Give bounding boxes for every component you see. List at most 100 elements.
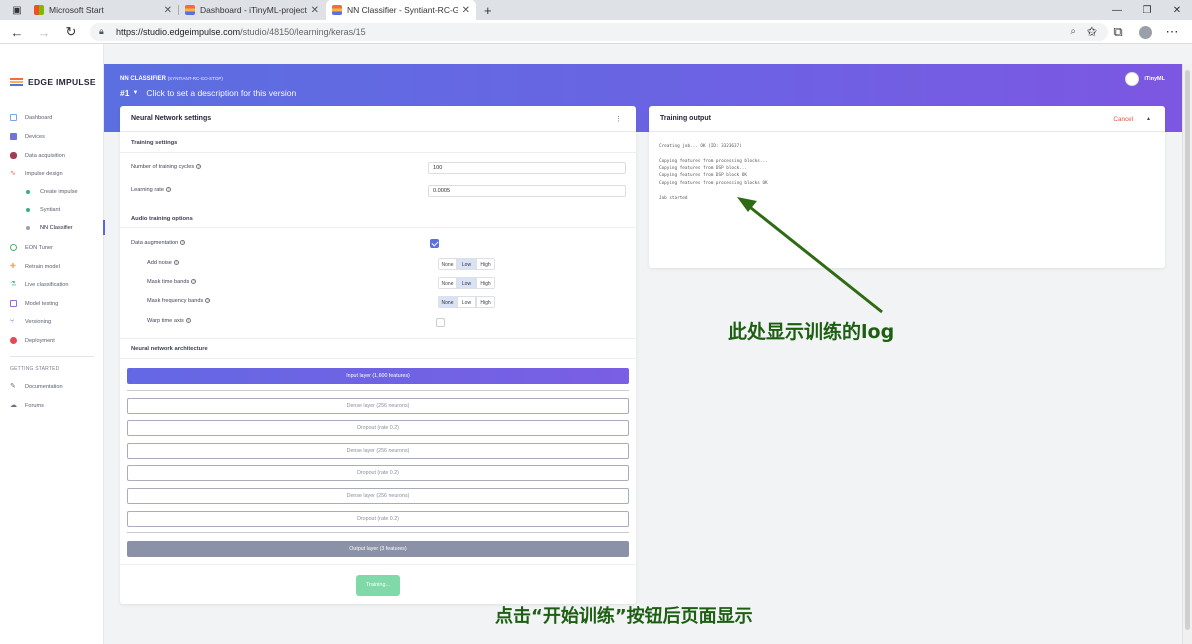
zoom-icon[interactable]: ⌕ — [1070, 26, 1076, 37]
output-layer[interactable]: Output layer (3 features) — [127, 541, 629, 557]
panel-header: Neural Network settings ⋮ — [120, 106, 636, 132]
sidebar-item-retrain-model[interactable]: ✚ Retrain model — [10, 263, 60, 270]
warp-time-axis-label: Warp time axis? — [147, 318, 191, 324]
help-icon[interactable]: ? — [180, 240, 186, 246]
profile-avatar-icon[interactable] — [1137, 24, 1153, 40]
tab-dashboard[interactable]: Dashboard - iTinyML-project-1 ✕ — [179, 0, 325, 20]
tab-microsoft-start[interactable]: Microsoft Start ✕ — [28, 0, 178, 20]
more-options-icon[interactable]: ⋮ — [615, 115, 622, 123]
forums-icon: ☁ — [10, 402, 17, 409]
eon-tuner-icon — [10, 244, 17, 251]
address-bar[interactable]: 🔒︎ https://studio.edgeimpulse.com/studio… — [90, 23, 1108, 41]
new-tab-button[interactable]: + — [478, 0, 498, 20]
refresh-icon[interactable]: ↻ — [63, 24, 79, 40]
minimize-icon[interactable]: — — [1102, 0, 1132, 20]
forward-icon[interactable]: → — [36, 24, 52, 40]
mask-frequency-bands-segmented-control[interactable]: None Low High — [438, 296, 495, 308]
sidebar-item-eon-tuner[interactable]: EON Tuner — [10, 244, 53, 251]
restore-icon[interactable]: ❐ — [1132, 0, 1162, 20]
edge-impulse-favicon-icon — [332, 5, 342, 15]
help-icon[interactable]: ? — [185, 318, 191, 324]
dropout-layer[interactable]: Dropout (rate 0.2) — [127, 511, 629, 527]
training-cycles-input[interactable]: 100 — [428, 162, 626, 174]
sidebar-item-label: NN Classifier — [40, 225, 73, 231]
collapse-icon[interactable]: ▴ — [1147, 115, 1150, 122]
dropout-layer[interactable]: Dropout (rate 0.2) — [127, 420, 629, 436]
warp-time-axis-checkbox[interactable] — [436, 318, 445, 327]
dense-layer[interactable]: Dense layer (256 neurons) — [127, 488, 629, 504]
option-low[interactable]: Low — [457, 277, 476, 289]
sidebar-item-dashboard[interactable]: Dashboard — [10, 114, 52, 121]
learning-rate-label-text: Learning rate — [131, 187, 164, 193]
help-icon[interactable]: ? — [173, 260, 179, 266]
close-window-icon[interactable]: ✕ — [1162, 0, 1192, 20]
sidebar-item-forums[interactable]: ☁ Forums — [10, 402, 44, 409]
close-icon[interactable]: ✕ — [311, 5, 319, 16]
help-icon[interactable]: ? — [165, 187, 171, 193]
close-icon[interactable]: ✕ — [164, 5, 172, 16]
option-low[interactable]: Low — [457, 296, 476, 308]
impulse-wave-icon: ∿ — [10, 170, 16, 177]
learning-rate-input[interactable]: 0.0005 — [428, 185, 626, 197]
sidebar-item-syntiant[interactable]: Syntiant — [26, 207, 60, 213]
page-scrollbar[interactable] — [1182, 64, 1192, 644]
scrollbar-thumb[interactable] — [1185, 70, 1190, 630]
sidebar-item-label: Forums — [25, 402, 44, 409]
option-high[interactable]: High — [476, 258, 495, 270]
more-menu-icon[interactable]: ⋯ — [1164, 24, 1180, 40]
help-icon[interactable]: ? — [191, 279, 197, 285]
dense-layer[interactable]: Dense layer (256 neurons) — [127, 398, 629, 414]
database-icon — [10, 152, 17, 159]
mask-time-bands-segmented-control[interactable]: None Low High — [438, 277, 495, 289]
sidebar-item-documentation[interactable]: ✎ Documentation — [10, 383, 63, 390]
sidebar-item-live-classification[interactable]: ⚗ Live classification — [10, 281, 69, 288]
cancel-button[interactable]: Cancel — [1113, 116, 1133, 123]
log-line: Creating job... OK (ID: 3323637) — [659, 144, 742, 149]
favorites-icon[interactable]: ✩ — [1084, 24, 1100, 40]
learning-rate-label: Learning rate? — [131, 187, 171, 193]
sidebar-item-impulse-design[interactable]: ∿ Impulse design — [10, 170, 63, 177]
help-icon[interactable]: ? — [196, 164, 202, 170]
log-line: Copying features from processing blocks … — [659, 181, 768, 186]
back-icon[interactable]: ← — [9, 24, 25, 40]
retrain-icon: ✚ — [10, 263, 16, 270]
version-selector[interactable]: #1 ▼ Click to set a description for this… — [120, 88, 296, 98]
version-description[interactable]: Click to set a description for this vers… — [146, 88, 296, 98]
log-line: Copying features from processing blocks.… — [659, 159, 768, 164]
user-menu[interactable]: iTinyML — [1125, 72, 1165, 86]
edge-impulse-logo[interactable]: EDGE IMPULSE — [10, 77, 96, 87]
sidebar-item-create-impulse[interactable]: Create impulse — [26, 189, 78, 195]
tab-nn-classifier[interactable]: NN Classifier - Syntiant-RC-Go-S ✕ — [326, 0, 476, 20]
logo-mark-icon — [10, 78, 23, 86]
option-none[interactable]: None — [438, 258, 457, 270]
page-title-text: NN CLASSIFIER — [120, 76, 167, 82]
live-classification-icon: ⚗ — [10, 281, 17, 288]
help-icon[interactable]: ? — [205, 298, 211, 304]
panel-header: Training output Cancel ▴ — [649, 106, 1165, 132]
input-layer[interactable]: Input layer (1,600 features) — [127, 368, 629, 384]
log-line: Job started — [659, 196, 688, 201]
page-title: NN CLASSIFIER (SYNTIANT-RC-GO-STOP) — [120, 76, 223, 82]
option-none[interactable]: None — [438, 296, 457, 308]
option-high[interactable]: High — [476, 277, 495, 289]
collections-icon[interactable]: ⧉ — [1110, 24, 1126, 40]
dense-layer[interactable]: Dense layer (256 neurons) — [127, 443, 629, 459]
close-icon[interactable]: ✕ — [462, 5, 470, 16]
option-none[interactable]: None — [438, 277, 457, 289]
option-high[interactable]: High — [476, 296, 495, 308]
sidebar-item-nn-classifier[interactable]: NN Classifier — [26, 225, 73, 231]
add-noise-segmented-control[interactable]: None Low High — [438, 258, 495, 270]
sidebar-item-devices[interactable]: Devices — [10, 133, 45, 140]
option-low[interactable]: Low — [457, 258, 476, 270]
start-training-button[interactable]: Training... — [356, 575, 400, 596]
sidebar-item-versioning[interactable]: ⑂ Versioning — [10, 318, 51, 325]
panel-title: Neural Network settings — [131, 115, 212, 122]
deployment-icon — [10, 337, 17, 344]
sidebar-item-deployment[interactable]: Deployment — [10, 337, 55, 344]
sidebar-item-data-acquisition[interactable]: Data acquisition — [10, 152, 65, 159]
sidebar-item-model-testing[interactable]: Model testing — [10, 300, 58, 307]
sidebar-item-label: Versioning — [25, 318, 52, 325]
data-augmentation-checkbox[interactable] — [430, 239, 439, 248]
dropout-layer[interactable]: Dropout (rate 0.2) — [127, 465, 629, 481]
caret-down-icon: ▼ — [132, 90, 139, 96]
